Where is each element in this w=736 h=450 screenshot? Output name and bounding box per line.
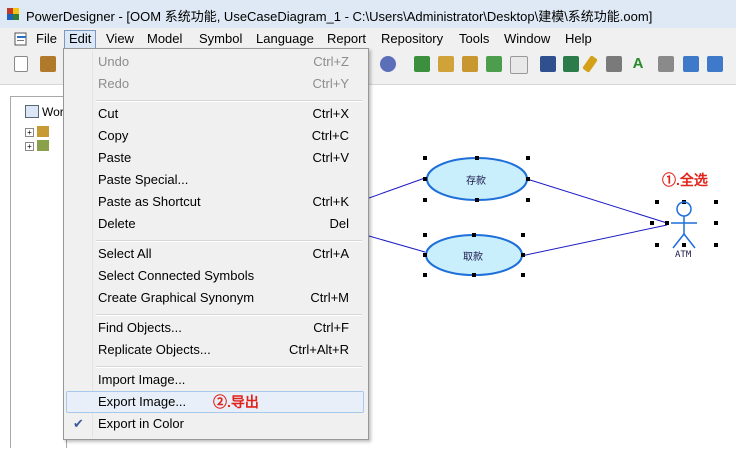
text-box-icon[interactable] [563,56,579,72]
menu-item-copy[interactable]: Copy Ctrl+C [67,125,363,147]
menu-item-export-image[interactable]: Export Image... ②.导出 [66,391,364,413]
document-menu-icon[interactable] [14,32,29,46]
menu-item-find-objects[interactable]: Find Objects... Ctrl+F [67,317,363,339]
use-case-diagram [368,156,718,277]
window-title: PowerDesigner - [OOM 系统功能, UseCaseDiagra… [26,9,653,24]
tree-root[interactable]: Wor [25,105,64,119]
arrow-left-icon[interactable] [683,56,699,72]
menu-file[interactable]: File [32,30,61,48]
actor-atm-figure[interactable] [671,201,697,249]
refresh-icon[interactable] [486,56,502,72]
menu-item-redo[interactable]: Redo Ctrl+Y [67,73,363,95]
actor-label: ATM [675,250,692,260]
usecase-deposit-label: 存款 [466,176,486,187]
powerdesigner-logo-icon [7,8,19,20]
menu-item-undo[interactable]: Undo Ctrl+Z [67,51,363,73]
new-document-icon[interactable] [14,56,28,72]
menu-help[interactable]: Help [561,30,596,48]
menu-item-cut[interactable]: Cut Ctrl+X [67,103,363,125]
menu-edit[interactable]: Edit [64,30,97,50]
generate-icon[interactable] [414,56,430,72]
title-bar: PowerDesigner - [OOM 系统功能, UseCaseDiagra… [0,0,736,29]
symbol-shadow-icon[interactable] [540,56,556,72]
check-model-icon[interactable] [380,56,396,72]
report-icon[interactable] [510,56,528,74]
menu-window[interactable]: Window [500,30,554,48]
tree-node-2[interactable]: + [25,138,50,152]
menu-item-select-all[interactable]: Select All Ctrl+A [67,243,363,265]
package-icon[interactable] [40,56,56,72]
menu-item-paste-special[interactable]: Paste Special... [67,169,363,191]
menu-item-export-in-color[interactable]: ✔ Export in Color [67,413,363,435]
menu-item-paste[interactable]: Paste Ctrl+V [67,147,363,169]
menu-item-create-graphical-synonym[interactable]: Create Graphical Synonym Ctrl+M [67,287,363,309]
menu-separator [96,366,362,368]
association-line[interactable] [368,235,426,253]
menu-item-paste-as-shortcut[interactable]: Paste as Shortcut Ctrl+K [67,191,363,213]
annotation-export: ②.导出 [213,394,259,410]
checkmark-icon: ✔ [73,416,84,431]
menu-separator [96,100,362,102]
association-line[interactable] [520,224,668,257]
usecase-withdraw-label: 取款 [463,252,483,263]
model-icon [37,126,50,137]
tree-root-label: Wor [42,105,64,119]
menu-model[interactable]: Model [143,30,186,48]
diagram-canvas[interactable]: 存款 取款 ATM [368,88,736,447]
tree-node-1[interactable]: + [25,124,50,138]
menu-separator [96,240,362,242]
pencil-icon[interactable] [582,55,598,73]
menu-language[interactable]: Language [252,30,318,48]
menu-symbol[interactable]: Symbol [195,30,246,48]
menu-repository[interactable]: Repository [377,30,447,48]
menu-view[interactable]: View [102,30,138,48]
fill-icon[interactable] [606,56,622,72]
align-icon[interactable] [658,56,674,72]
menu-report[interactable]: Report [323,30,370,48]
menu-item-replicate-objects[interactable]: Replicate Objects... Ctrl+Alt+R [67,339,363,361]
merge-model-icon[interactable] [462,56,478,72]
edit-menu-dropdown: Undo Ctrl+Z Redo Ctrl+Y Cut Ctrl+X Copy … [63,48,369,440]
expand-plus-icon[interactable]: + [25,142,34,151]
menu-bar: File Edit View Model Symbol Language Rep… [0,28,736,50]
menu-separator [96,314,362,316]
object-browser-panel: Wor + + [10,96,67,448]
model-icon [37,140,50,151]
expand-plus-icon[interactable]: + [25,128,34,137]
menu-tools[interactable]: Tools [455,30,493,48]
association-line[interactable] [368,177,426,199]
association-line[interactable] [526,178,668,224]
arrow-right-icon[interactable] [707,56,723,72]
workspace-icon [25,105,39,118]
menu-item-delete[interactable]: Delete Del [67,213,363,235]
font-icon[interactable]: A [630,56,646,72]
menu-item-select-connected-symbols[interactable]: Select Connected Symbols [67,265,363,287]
reverse-engineer-icon[interactable] [438,56,454,72]
menu-item-import-image[interactable]: Import Image... [67,369,363,391]
annotation-select-all: ①.全选 [662,172,708,188]
